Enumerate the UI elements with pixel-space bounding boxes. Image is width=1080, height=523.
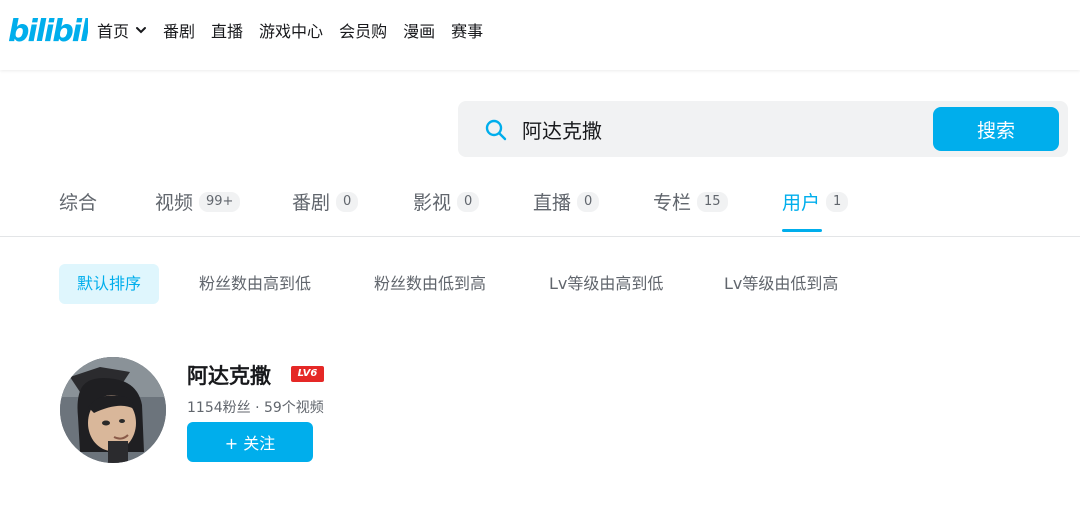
tab-count-badge: 0	[336, 191, 359, 212]
tab-label: 专栏	[653, 192, 692, 214]
nav-item-manga[interactable]: 漫画	[403, 18, 435, 42]
tab-count-badge: 99+	[199, 191, 241, 212]
nav-item-label: 首页	[97, 22, 130, 41]
tab-label: 直播	[533, 192, 572, 214]
tab-film[interactable]: 影视 0	[413, 188, 480, 215]
nav-item-label: 直播	[211, 22, 244, 41]
tab-user[interactable]: 用户 1	[782, 188, 849, 215]
nav-item-game-center[interactable]: 游戏中心	[259, 18, 323, 42]
nav-item-label: 漫画	[403, 22, 436, 41]
tab-video[interactable]: 视频 99+	[155, 188, 241, 215]
tab-count-badge: 15	[697, 191, 728, 212]
nav-item-label: 会员购	[339, 22, 388, 41]
sort-level-asc[interactable]: Lv等级由低到高	[706, 264, 856, 304]
sort-default[interactable]: 默认排序	[59, 264, 160, 304]
tab-count-badge: 1	[826, 191, 849, 212]
nav-item-membership-shop[interactable]: 会员购	[339, 18, 387, 42]
level-badge: LV6	[291, 366, 324, 382]
tab-all[interactable]: 综合	[59, 188, 97, 215]
search-input[interactable]	[522, 111, 922, 147]
top-navbar: bilibili 首页 番剧 直播 游戏中心 会员购 漫画 赛事	[0, 0, 1080, 70]
bilibili-logo-mark: bilibili	[8, 14, 101, 49]
tab-article[interactable]: 专栏 15	[653, 188, 728, 215]
user-stats: 1154粉丝 · 59个视频	[187, 400, 324, 416]
tab-label: 番剧	[292, 192, 331, 214]
chevron-down-icon	[136, 27, 147, 34]
active-tab-indicator	[782, 229, 822, 232]
tab-anime[interactable]: 番剧 0	[292, 188, 359, 215]
avatar[interactable]	[60, 357, 166, 463]
nav-item-label: 游戏中心	[259, 22, 324, 41]
sort-fans-asc[interactable]: 粉丝数由低到高	[356, 264, 504, 304]
tab-count-badge: 0	[457, 191, 480, 212]
follow-button[interactable]: + 关注	[187, 422, 313, 462]
nav-item-esports[interactable]: 赛事	[451, 18, 483, 42]
nav-item-home[interactable]: 首页	[97, 18, 147, 42]
avatar-image	[60, 357, 166, 463]
tab-count-badge: 0	[577, 191, 600, 212]
tab-label: 用户	[782, 192, 821, 214]
search-icon	[485, 119, 507, 141]
sort-fans-desc[interactable]: 粉丝数由高到低	[181, 264, 329, 304]
sort-options: 默认排序 粉丝数由高到低 粉丝数由低到高 Lv等级由高到低 Lv等级由低到高	[0, 264, 1080, 304]
tab-label: 视频	[155, 192, 194, 214]
svg-text:bilibili: bilibili	[8, 14, 88, 48]
nav-item-label: 番剧	[163, 22, 196, 41]
search-button[interactable]: 搜索	[933, 107, 1059, 151]
sort-level-desc[interactable]: Lv等级由高到低	[531, 264, 681, 304]
user-result-card: 阿达克撒 LV6 1154粉丝 · 59个视频 + 关注	[60, 352, 560, 472]
user-name[interactable]: 阿达克撒	[187, 360, 271, 390]
bilibili-logo[interactable]: bilibili	[8, 12, 101, 49]
search-bar: 搜索	[458, 101, 1068, 157]
tab-live[interactable]: 直播 0	[533, 188, 600, 215]
main-nav: 首页 番剧 直播 游戏中心 会员购 漫画 赛事	[97, 18, 483, 42]
nav-item-anime[interactable]: 番剧	[163, 18, 195, 42]
tab-label: 影视	[413, 192, 452, 214]
nav-item-label: 赛事	[451, 22, 484, 41]
nav-item-live[interactable]: 直播	[211, 18, 243, 42]
search-result-tabs: 综合 视频 99+ 番剧 0 影视 0 直播 0 专栏 15 用户 1	[0, 170, 1080, 237]
tab-label: 综合	[59, 192, 98, 214]
